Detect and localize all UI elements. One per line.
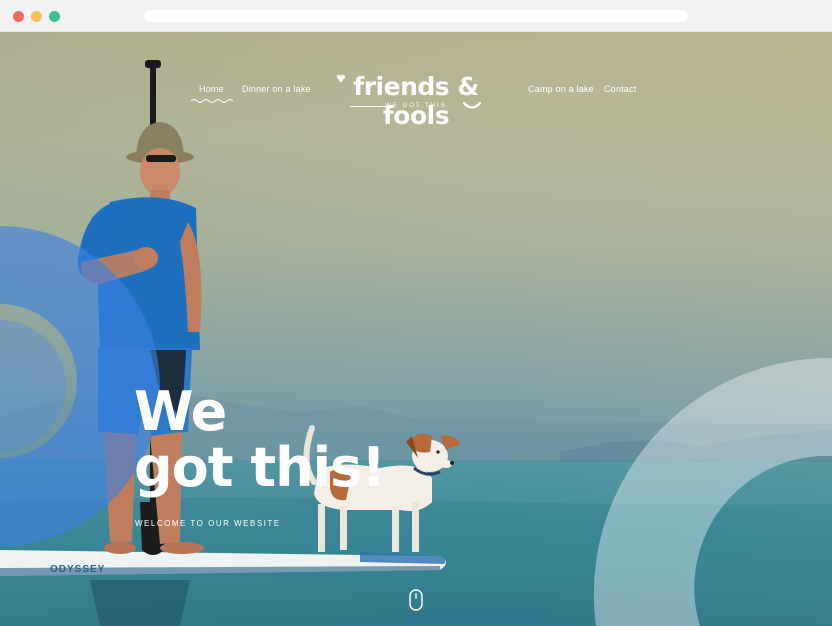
browser-chrome — [0, 0, 832, 32]
leaf-icon — [336, 74, 346, 82]
nav-camp-link[interactable]: Camp on a lake — [528, 84, 594, 94]
nav-home-link[interactable]: Home — [199, 84, 224, 94]
nav-dinner-link[interactable]: Dinner on a lake — [242, 84, 311, 94]
hero-section: ODYSSEY Home Dinner on a lake friends & … — [0, 32, 832, 626]
logo-name: friends & fools — [353, 72, 479, 130]
main-navigation: Home Dinner on a lake friends & fools WE… — [0, 72, 832, 130]
hero-subheading: WELCOME TO OUR WEBSITE — [135, 519, 281, 528]
headline-line-2: got this! — [134, 436, 386, 499]
logo-tagline: WE GOT THIS — [385, 103, 447, 109]
headline-line-1: We — [134, 380, 227, 443]
smile-icon — [463, 102, 481, 109]
window-close-button[interactable] — [13, 11, 24, 22]
white-arc-right — [593, 357, 832, 626]
site-logo[interactable]: friends & fools WE GOT THIS — [320, 72, 512, 130]
window-minimize-button[interactable] — [31, 11, 42, 22]
hero-headline: We got this! — [134, 380, 386, 499]
mouse-scroll-icon[interactable] — [409, 589, 423, 611]
address-bar[interactable] — [144, 10, 688, 22]
window-maximize-button[interactable] — [49, 11, 60, 22]
nav-active-wave — [190, 99, 234, 103]
nav-contact-link[interactable]: Contact — [604, 84, 636, 94]
